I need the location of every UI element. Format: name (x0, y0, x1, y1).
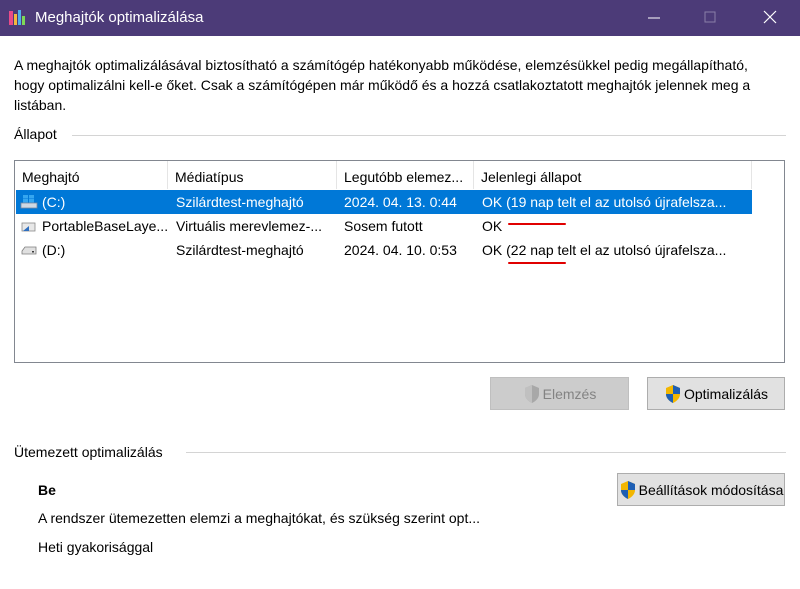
uac-shield-icon (620, 480, 635, 499)
table-row[interactable]: (C:) Szilárdtest-meghajtó 2024. 04. 13. … (16, 190, 752, 214)
description-text: A meghajtók optimalizálásával biztosítha… (14, 57, 751, 113)
minimize-button[interactable] (632, 0, 678, 36)
schedule-state: Be (38, 482, 56, 498)
shield-icon (524, 384, 539, 403)
schedule-section-label: Ütemezett optimalizálás (14, 444, 163, 460)
close-icon (763, 10, 777, 24)
defrag-app-icon (8, 9, 26, 27)
last-analyzed: Sosem futott (344, 218, 423, 234)
current-status: OK (482, 218, 503, 234)
status-section-label: Állapot (14, 126, 57, 142)
windows-drive-icon (20, 194, 38, 210)
change-settings-button-label: Beállítások módosítása (638, 481, 784, 498)
drive-name: (C:) (42, 194, 66, 210)
annotation-underline (508, 262, 566, 264)
minimize-icon (648, 17, 660, 19)
schedule-description: A rendszer ütemezetten elemzi a meghajtó… (38, 510, 480, 526)
schedule-frequency: Heti gyakorisággal (38, 539, 154, 555)
maximize-button (688, 0, 734, 36)
column-header-drive[interactable]: Meghajtó (15, 161, 168, 189)
media-type: Szilárdtest-meghajtó (176, 242, 304, 258)
analyze-button[interactable]: Elemzés (490, 377, 629, 410)
close-button[interactable] (748, 0, 794, 36)
drive-name: (D:) (42, 242, 66, 258)
title-bar[interactable]: Meghajtók optimalizálása (0, 0, 800, 36)
current-status: OK (19 nap telt el az utolsó újrafelsza.… (482, 194, 727, 210)
media-type: Virtuális merevlemez-... (176, 218, 323, 234)
column-header-media-type[interactable]: Médiatípus (168, 161, 337, 189)
optimize-button-label: Optimalizálás (683, 385, 769, 402)
change-settings-button[interactable]: Beállítások módosítása (617, 473, 785, 506)
status-separator (72, 135, 786, 136)
drive-list[interactable]: Meghajtó Médiatípus Legutóbb elemez... J… (14, 160, 785, 363)
table-row[interactable]: PortableBaseLaye... Virtuális merevlemez… (16, 214, 752, 238)
table-row[interactable]: (D:) Szilárdtest-meghajtó 2024. 04. 10. … (16, 238, 752, 262)
last-analyzed: 2024. 04. 13. 0:44 (344, 194, 457, 210)
media-type: Szilárdtest-meghajtó (176, 194, 304, 210)
column-header-last-analyzed[interactable]: Legutóbb elemez... (337, 161, 474, 189)
list-header: Meghajtó Médiatípus Legutóbb elemez... J… (15, 161, 784, 189)
optimize-button[interactable]: Optimalizálás (647, 377, 785, 410)
column-header-current-status[interactable]: Jelenlegi állapot (474, 161, 752, 189)
schedule-separator (186, 452, 786, 453)
last-analyzed: 2024. 04. 10. 0:53 (344, 242, 457, 258)
current-status: OK (22 nap telt el az utolsó újrafelsza.… (482, 242, 727, 258)
window-title: Meghajtók optimalizálása (35, 9, 204, 26)
drive-icon (20, 242, 38, 258)
virtual-disk-icon (20, 218, 38, 234)
drive-name: PortableBaseLaye... (42, 218, 167, 234)
maximize-icon (704, 11, 716, 23)
analyze-button-label: Elemzés (542, 385, 597, 402)
uac-shield-icon (665, 384, 680, 403)
annotation-underline (508, 223, 566, 225)
